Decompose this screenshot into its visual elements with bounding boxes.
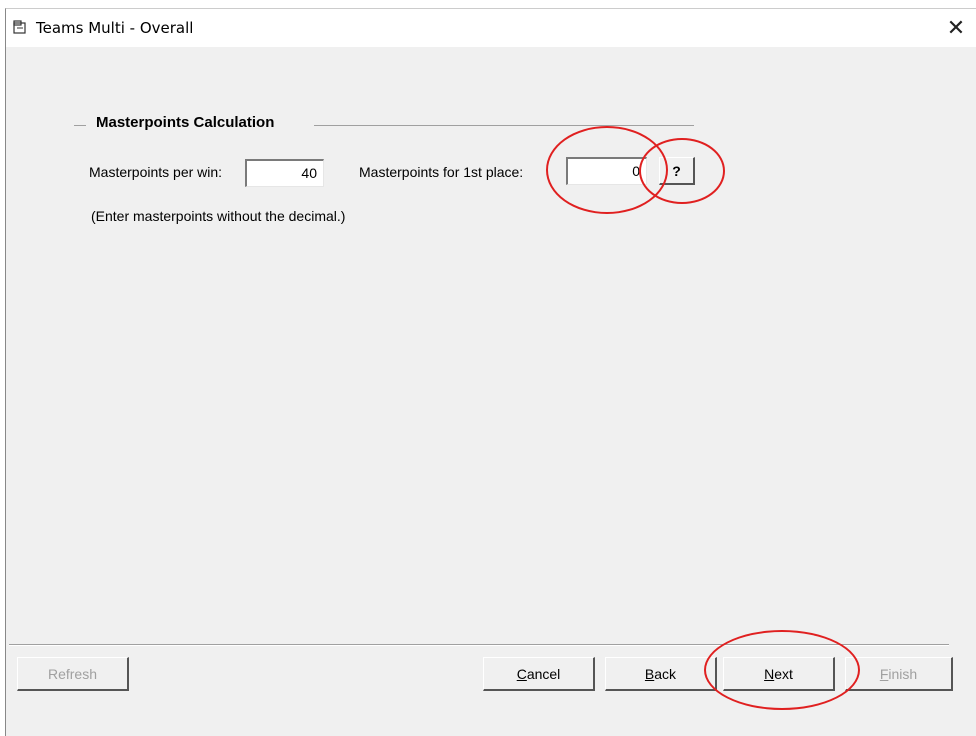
refresh-button[interactable]: Refresh (17, 657, 129, 691)
next-button-label: ext (774, 665, 793, 682)
next-mnemonic: N (764, 665, 775, 682)
cancel-mnemonic: C (516, 665, 527, 682)
first-place-input[interactable]: 0 (566, 157, 647, 185)
window-title: Teams Multi - Overall (36, 19, 194, 37)
finish-mnemonic: F (879, 665, 889, 682)
back-button[interactable]: Back (605, 657, 717, 691)
cancel-button[interactable]: Cancel (483, 657, 595, 691)
per-win-label: Masterpoints per win: (89, 164, 223, 180)
window-app-icon (13, 20, 26, 34)
close-icon[interactable]: ✕ (936, 9, 976, 47)
back-mnemonic: B (644, 665, 655, 682)
next-button[interactable]: Next (723, 657, 835, 691)
cancel-button-label: ancel (526, 665, 561, 682)
group-box-border-right (314, 125, 694, 126)
back-button-label: ack (654, 665, 677, 682)
footer-separator-highlight (9, 645, 949, 646)
finish-button[interactable]: Finish (845, 657, 953, 691)
group-box-title: Masterpoints Calculation (96, 114, 275, 131)
first-place-label: Masterpoints for 1st place: (359, 164, 524, 180)
refresh-button-label: Refresh (47, 665, 98, 682)
help-button[interactable]: ? (659, 157, 695, 185)
title-bar: Teams Multi - Overall ✕ (6, 9, 976, 47)
per-win-input[interactable]: 40 (245, 159, 324, 187)
group-box-border-left (74, 125, 86, 126)
hint-text: (Enter masterpoints without the decimal.… (91, 208, 346, 224)
finish-button-label: inish (888, 665, 918, 682)
